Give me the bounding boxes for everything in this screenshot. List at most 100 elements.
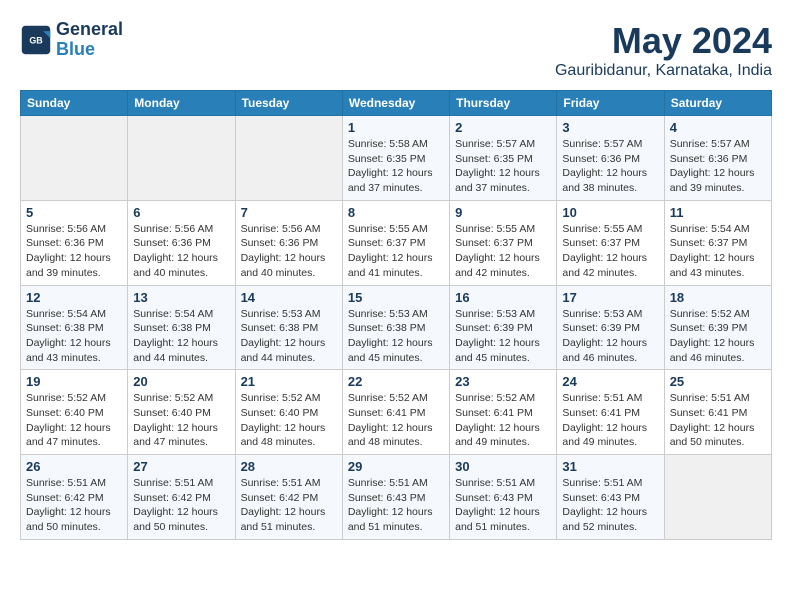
day-info: Sunrise: 5:51 AMSunset: 6:43 PMDaylight:… xyxy=(562,476,658,535)
calendar-cell: 27Sunrise: 5:51 AMSunset: 6:42 PMDayligh… xyxy=(128,455,235,540)
day-info: Sunrise: 5:54 AMSunset: 6:38 PMDaylight:… xyxy=(133,307,229,366)
day-info: Sunrise: 5:51 AMSunset: 6:41 PMDaylight:… xyxy=(562,391,658,450)
day-info: Sunrise: 5:52 AMSunset: 6:40 PMDaylight:… xyxy=(26,391,122,450)
month-title: May 2024 xyxy=(555,20,772,62)
calendar-cell: 6 Sunrise: 5:56 AMSunset: 6:36 PMDaylight… xyxy=(128,200,235,285)
weekday-header: Monday xyxy=(128,91,235,116)
calendar-cell: 9Sunrise: 5:55 AMSunset: 6:37 PMDaylight… xyxy=(450,200,557,285)
weekday-header: Thursday xyxy=(450,91,557,116)
day-info: Sunrise: 5:57 AMSunset: 6:36 PMDaylight:… xyxy=(670,137,766,196)
day-number: 1 xyxy=(348,120,444,135)
day-number: 29 xyxy=(348,459,444,474)
day-info: Sunrise: 5:55 AMSunset: 6:37 PMDaylight:… xyxy=(562,222,658,281)
day-info: Sunrise: 5:51 AMSunset: 6:42 PMDaylight:… xyxy=(26,476,122,535)
day-info: Sunrise: 5:51 AMSunset: 6:41 PMDaylight:… xyxy=(670,391,766,450)
day-number: 28 xyxy=(241,459,337,474)
calendar-cell: 31Sunrise: 5:51 AMSunset: 6:43 PMDayligh… xyxy=(557,455,664,540)
calendar-cell: 20Sunrise: 5:52 AMSunset: 6:40 PMDayligh… xyxy=(128,370,235,455)
weekday-header-row: SundayMondayTuesdayWednesdayThursdayFrid… xyxy=(21,91,772,116)
day-info: Sunrise: 5:56 AMSunset: 6:36 PMDaylight:… xyxy=(241,222,337,281)
day-number: 23 xyxy=(455,374,551,389)
calendar-cell: 10 Sunrise: 5:55 AMSunset: 6:37 PMDayligh… xyxy=(557,200,664,285)
day-number: 12 xyxy=(26,290,122,305)
day-number: 19 xyxy=(26,374,122,389)
svg-text:GB: GB xyxy=(29,35,42,45)
day-number: 21 xyxy=(241,374,337,389)
weekday-header: Tuesday xyxy=(235,91,342,116)
day-info: Sunrise: 5:56 AMSunset: 6:36 PMDaylight:… xyxy=(133,222,229,281)
calendar-cell: 17 Sunrise: 5:53 AMSunset: 6:39 PMDayligh… xyxy=(557,285,664,370)
day-info: Sunrise: 5:52 AMSunset: 6:41 PMDaylight:… xyxy=(455,391,551,450)
day-info: Sunrise: 5:57 AMSunset: 6:36 PMDaylight:… xyxy=(562,137,658,196)
calendar-cell xyxy=(235,116,342,201)
day-info: Sunrise: 5:51 AMSunset: 6:43 PMDaylight:… xyxy=(455,476,551,535)
day-number: 7 xyxy=(241,205,337,220)
weekday-header: Saturday xyxy=(664,91,771,116)
day-info: Sunrise: 5:53 AMSunset: 6:39 PMDaylight:… xyxy=(562,307,658,366)
calendar-cell: 5 Sunrise: 5:56 AMSunset: 6:36 PMDaylight… xyxy=(21,200,128,285)
calendar-cell: 11 Sunrise: 5:54 AMSunset: 6:37 PMDayligh… xyxy=(664,200,771,285)
day-number: 22 xyxy=(348,374,444,389)
day-info: Sunrise: 5:53 AMSunset: 6:38 PMDaylight:… xyxy=(241,307,337,366)
day-number: 25 xyxy=(670,374,766,389)
calendar-cell: 25 Sunrise: 5:51 AMSunset: 6:41 PMDayligh… xyxy=(664,370,771,455)
day-number: 18 xyxy=(670,290,766,305)
day-number: 4 xyxy=(670,120,766,135)
calendar-week-row: 12 Sunrise: 5:54 AMSunset: 6:38 PMDayligh… xyxy=(21,285,772,370)
calendar-cell: 28 Sunrise: 5:51 AMSunset: 6:42 PMDayligh… xyxy=(235,455,342,540)
calendar-cell: 2 Sunrise: 5:57 AMSunset: 6:35 PMDaylight… xyxy=(450,116,557,201)
day-number: 2 xyxy=(455,120,551,135)
day-info: Sunrise: 5:55 AMSunset: 6:37 PMDaylight:… xyxy=(348,222,444,281)
day-info: Sunrise: 5:52 AMSunset: 6:40 PMDaylight:… xyxy=(241,391,337,450)
day-number: 26 xyxy=(26,459,122,474)
calendar-week-row: 19 Sunrise: 5:52 AMSunset: 6:40 PMDayligh… xyxy=(21,370,772,455)
calendar-cell: 1 Sunrise: 5:58 AMSunset: 6:35 PMDaylight… xyxy=(342,116,449,201)
logo-icon: GB xyxy=(20,24,52,56)
day-info: Sunrise: 5:52 AMSunset: 6:39 PMDaylight:… xyxy=(670,307,766,366)
day-info: Sunrise: 5:53 AMSunset: 6:39 PMDaylight:… xyxy=(455,307,551,366)
day-number: 24 xyxy=(562,374,658,389)
day-number: 14 xyxy=(241,290,337,305)
day-number: 5 xyxy=(26,205,122,220)
day-info: Sunrise: 5:54 AMSunset: 6:37 PMDaylight:… xyxy=(670,222,766,281)
calendar-cell xyxy=(21,116,128,201)
day-number: 17 xyxy=(562,290,658,305)
calendar-cell: 29 Sunrise: 5:51 AMSunset: 6:43 PMDayligh… xyxy=(342,455,449,540)
calendar-week-row: 1 Sunrise: 5:58 AMSunset: 6:35 PMDaylight… xyxy=(21,116,772,201)
day-number: 8 xyxy=(348,205,444,220)
calendar-cell: 3 Sunrise: 5:57 AMSunset: 6:36 PMDaylight… xyxy=(557,116,664,201)
day-info: Sunrise: 5:51 AMSunset: 6:43 PMDaylight:… xyxy=(348,476,444,535)
day-info: Sunrise: 5:53 AMSunset: 6:38 PMDaylight:… xyxy=(348,307,444,366)
day-number: 11 xyxy=(670,205,766,220)
page-header: GB General Blue May 2024 Gauribidanur, K… xyxy=(20,20,772,80)
calendar-cell: 16 Sunrise: 5:53 AMSunset: 6:39 PMDayligh… xyxy=(450,285,557,370)
day-info: Sunrise: 5:54 AMSunset: 6:38 PMDaylight:… xyxy=(26,307,122,366)
day-number: 16 xyxy=(455,290,551,305)
day-info: Sunrise: 5:51 AMSunset: 6:42 PMDaylight:… xyxy=(133,476,229,535)
calendar-table: SundayMondayTuesdayWednesdayThursdayFrid… xyxy=(20,90,772,540)
calendar-cell: 19 Sunrise: 5:52 AMSunset: 6:40 PMDayligh… xyxy=(21,370,128,455)
calendar-cell: 26 Sunrise: 5:51 AMSunset: 6:42 PMDayligh… xyxy=(21,455,128,540)
day-info: Sunrise: 5:52 AMSunset: 6:41 PMDaylight:… xyxy=(348,391,444,450)
calendar-cell: 15Sunrise: 5:53 AMSunset: 6:38 PMDayligh… xyxy=(342,285,449,370)
logo: GB General Blue xyxy=(20,20,123,60)
logo-text: General Blue xyxy=(56,20,123,60)
day-number: 30 xyxy=(455,459,551,474)
calendar-cell: 21 Sunrise: 5:52 AMSunset: 6:40 PMDayligh… xyxy=(235,370,342,455)
day-info: Sunrise: 5:58 AMSunset: 6:35 PMDaylight:… xyxy=(348,137,444,196)
day-number: 9 xyxy=(455,205,551,220)
calendar-cell: 12 Sunrise: 5:54 AMSunset: 6:38 PMDayligh… xyxy=(21,285,128,370)
day-info: Sunrise: 5:57 AMSunset: 6:35 PMDaylight:… xyxy=(455,137,551,196)
day-number: 6 xyxy=(133,205,229,220)
calendar-cell: 30 Sunrise: 5:51 AMSunset: 6:43 PMDayligh… xyxy=(450,455,557,540)
day-number: 3 xyxy=(562,120,658,135)
day-number: 10 xyxy=(562,205,658,220)
day-info: Sunrise: 5:56 AMSunset: 6:36 PMDaylight:… xyxy=(26,222,122,281)
day-info: Sunrise: 5:51 AMSunset: 6:42 PMDaylight:… xyxy=(241,476,337,535)
title-block: May 2024 Gauribidanur, Karnataka, India xyxy=(555,20,772,80)
calendar-cell: 4 Sunrise: 5:57 AMSunset: 6:36 PMDaylight… xyxy=(664,116,771,201)
calendar-cell: 24 Sunrise: 5:51 AMSunset: 6:41 PMDayligh… xyxy=(557,370,664,455)
calendar-cell: 13Sunrise: 5:54 AMSunset: 6:38 PMDayligh… xyxy=(128,285,235,370)
calendar-week-row: 26 Sunrise: 5:51 AMSunset: 6:42 PMDayligh… xyxy=(21,455,772,540)
calendar-cell: 23 Sunrise: 5:52 AMSunset: 6:41 PMDayligh… xyxy=(450,370,557,455)
